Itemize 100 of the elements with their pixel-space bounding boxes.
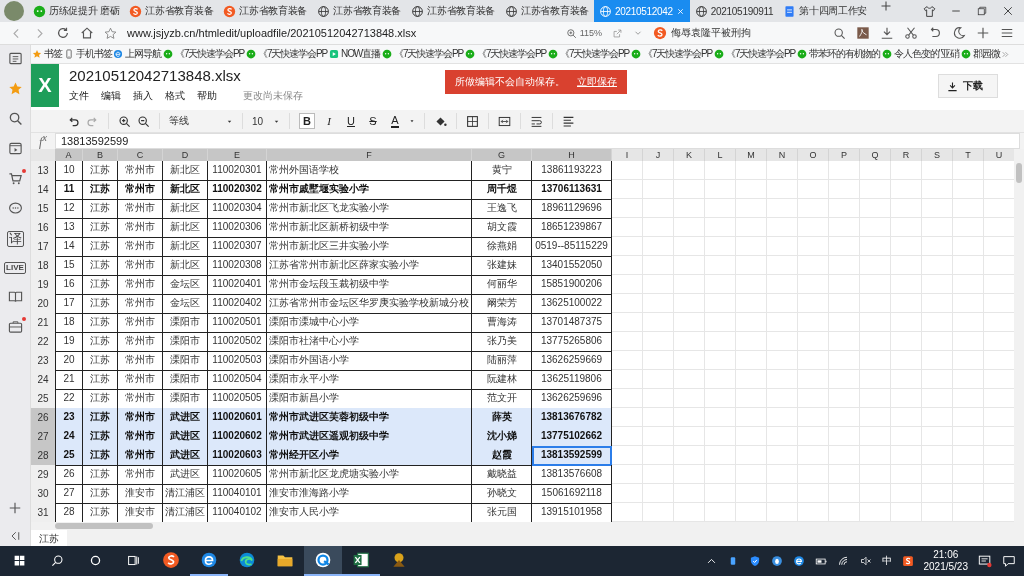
- qq-icon[interactable]: [770, 555, 783, 567]
- search-field[interactable]: 侮辱袁隆平被刑拘: [671, 26, 751, 40]
- shirt-icon[interactable]: [923, 4, 936, 18]
- address-field[interactable]: www.jsjyzb.cn/htmledit/uploadfile/20210512042713848.xlsx: [127, 27, 417, 39]
- column-header[interactable]: K: [674, 149, 705, 161]
- chat-bubble-outline-icon[interactable]: [1002, 554, 1016, 568]
- video-icon[interactable]: [7, 141, 23, 156]
- search-icon[interactable]: [833, 26, 846, 40]
- column-header[interactable]: J: [643, 149, 674, 161]
- column-header[interactable]: F: [267, 149, 472, 161]
- column-header[interactable]: H: [532, 149, 612, 161]
- home-icon[interactable]: [80, 26, 94, 40]
- row-number[interactable]: 21: [31, 313, 55, 333]
- shield-icon[interactable]: [748, 555, 761, 567]
- clock[interactable]: 21:06 2021/5/23: [923, 549, 968, 573]
- column-header[interactable]: L: [705, 149, 736, 161]
- row-number[interactable]: 14: [31, 180, 55, 200]
- column-header[interactable]: C: [118, 149, 163, 161]
- bookmark-link[interactable]: NOW直播: [328, 47, 381, 61]
- bookmark-link[interactable]: 郡园微: [960, 47, 1001, 61]
- column-header[interactable]: A: [55, 149, 83, 161]
- s-logo-icon[interactable]: [901, 555, 914, 567]
- zoom-icon[interactable]: [565, 27, 577, 39]
- borders-icon[interactable]: [466, 114, 479, 128]
- size-select[interactable]: 10: [252, 115, 280, 127]
- column-header[interactable]: S: [922, 149, 953, 161]
- column-header[interactable]: Q: [860, 149, 891, 161]
- list-icon[interactable]: [7, 51, 23, 66]
- row-number[interactable]: 23: [31, 351, 55, 371]
- translate-button[interactable]: 译: [6, 231, 24, 247]
- row-number[interactable]: 16: [31, 218, 55, 238]
- row-number[interactable]: 24: [31, 370, 55, 390]
- save-link[interactable]: 立即保存: [577, 75, 617, 89]
- column-header[interactable]: B: [83, 149, 118, 161]
- zoom-level[interactable]: 115%: [579, 28, 602, 38]
- bookmark-link[interactable]: 《7天快速学会PP: [630, 47, 714, 61]
- scissors-icon[interactable]: [904, 26, 918, 40]
- format-button[interactable]: I: [321, 113, 337, 129]
- column-header[interactable]: M: [736, 149, 767, 161]
- column-header[interactable]: E: [208, 149, 267, 161]
- bookmark-link[interactable]: 《7天快速学会PP: [245, 47, 329, 61]
- merge-cells-icon[interactable]: [498, 114, 511, 128]
- menu-item[interactable]: 帮助: [197, 89, 217, 103]
- bookmark-link[interactable]: 《7天快速学会PP: [713, 47, 797, 61]
- fill-color-icon[interactable]: [434, 114, 447, 128]
- notification-icon[interactable]: [978, 554, 992, 568]
- new-tab-icon[interactable]: [880, 0, 893, 12]
- plus-icon[interactable]: [976, 26, 990, 40]
- column-header[interactable]: N: [767, 149, 798, 161]
- bookmark-link[interactable]: 手机书签: [62, 47, 113, 61]
- column-header[interactable]: T: [953, 149, 984, 161]
- caret-icon[interactable]: [409, 118, 415, 124]
- format-button[interactable]: S: [365, 113, 381, 129]
- zoom-out-icon[interactable]: [137, 114, 150, 128]
- collapse-icon[interactable]: [9, 530, 21, 542]
- font-select[interactable]: 等线: [169, 114, 233, 128]
- menu-icon[interactable]: [1000, 26, 1014, 40]
- format-button[interactable]: U: [343, 113, 359, 129]
- taskbar-button[interactable]: [304, 546, 342, 576]
- bookmark-link[interactable]: 《7天快速学会PP: [464, 47, 548, 61]
- bookmark-link[interactable]: 带苯环的有机物的: [796, 47, 882, 61]
- bookmark-star-icon[interactable]: [104, 26, 117, 40]
- search-icon[interactable]: [7, 111, 23, 126]
- scrollbar-thumb[interactable]: [1016, 163, 1022, 183]
- cart-icon[interactable]: [7, 171, 23, 186]
- row-number[interactable]: 20: [31, 294, 55, 314]
- sheet-tab[interactable]: 江苏: [31, 530, 67, 546]
- avatar[interactable]: [4, 1, 24, 21]
- column-header[interactable]: P: [829, 149, 860, 161]
- row-number[interactable]: 30: [31, 484, 55, 504]
- moon-icon[interactable]: [952, 26, 966, 40]
- row-number[interactable]: 19: [31, 275, 55, 295]
- menu-item[interactable]: 插入: [133, 89, 153, 103]
- briefcase-icon[interactable]: [7, 319, 23, 334]
- align-icon[interactable]: [562, 114, 575, 128]
- column-header[interactable]: O: [798, 149, 829, 161]
- reload-icon[interactable]: [56, 26, 70, 40]
- row-number[interactable]: 17: [31, 237, 55, 257]
- zoom-in-icon[interactable]: [118, 114, 131, 128]
- bookmark-link[interactable]: 书签: [31, 47, 63, 61]
- format-button[interactable]: B: [299, 113, 315, 129]
- row-number[interactable]: 18: [31, 256, 55, 276]
- scrollbar-thumb[interactable]: [55, 523, 153, 529]
- chat-icon[interactable]: [7, 201, 23, 216]
- row-number[interactable]: 28: [31, 446, 55, 466]
- undo-icon[interactable]: [928, 26, 942, 40]
- bookmark-link[interactable]: 令人色变的"亚硝: [881, 47, 961, 61]
- column-header[interactable]: I: [612, 149, 643, 161]
- menu-item[interactable]: 文件: [69, 89, 89, 103]
- pdf-icon[interactable]: [856, 26, 870, 40]
- row-number[interactable]: 27: [31, 427, 55, 447]
- bookmark-link[interactable]: 《7天快速学会PP: [381, 47, 465, 61]
- input-method-indicator[interactable]: 中: [881, 554, 892, 568]
- live-button[interactable]: LIVE: [4, 262, 26, 274]
- download-button[interactable]: 下载: [938, 74, 998, 98]
- bookmark-link[interactable]: 《7天快速学会PP: [162, 47, 246, 61]
- row-number[interactable]: 25: [31, 389, 55, 409]
- download-icon[interactable]: [880, 26, 894, 40]
- bookmark-link[interactable]: 上网导航: [112, 47, 163, 61]
- e-logo-icon[interactable]: [792, 555, 805, 567]
